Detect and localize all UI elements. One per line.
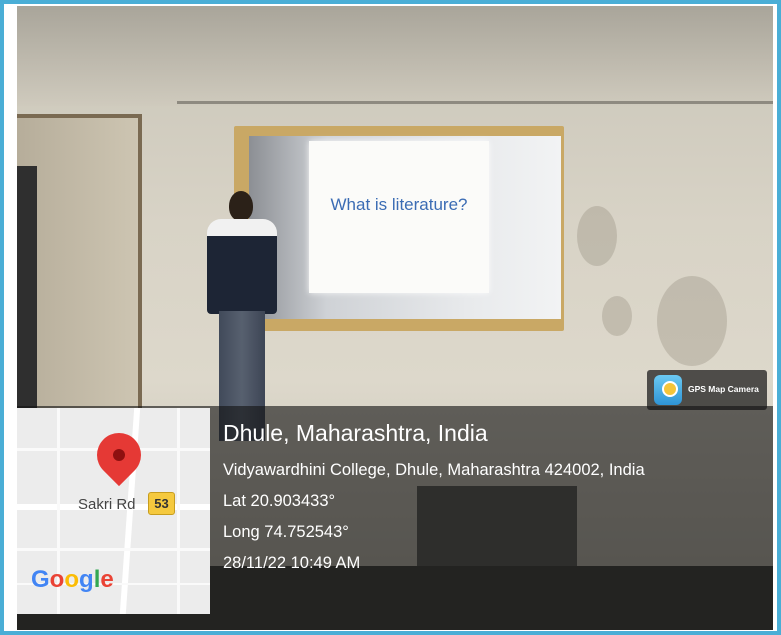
gps-app-name: GPS Map Camera (688, 384, 759, 394)
address: Vidyawardhini College, Dhule, Maharashtr… (223, 461, 645, 479)
presenter-torso (207, 219, 277, 314)
wall-stain (577, 206, 617, 266)
map-pin-center (113, 449, 125, 461)
wall-stain (602, 296, 632, 336)
map-road-label: Sakri Rd (78, 496, 136, 513)
gps-map-camera-badge: GPS Map Camera (647, 370, 767, 410)
latitude: Lat 20.903433° (223, 492, 336, 510)
slide-title: What is literature? (330, 195, 468, 214)
place-name: Dhule, Maharashtra, India (223, 420, 488, 446)
route-shield: 53 (148, 492, 175, 515)
location-info: Dhule, Maharashtra, India Vidyawardhini … (223, 420, 645, 585)
timestamp: 28/11/22 10:49 AM (223, 554, 361, 572)
map-road (17, 548, 210, 551)
google-logo: Google (31, 566, 114, 593)
presenter-head (229, 191, 253, 221)
projected-slide: What is literature? (309, 141, 489, 293)
gps-icon-pin (662, 381, 678, 397)
wall-pipe (177, 101, 773, 104)
wall-stain (657, 276, 727, 366)
dark-cabinet (17, 166, 37, 416)
gps-map-camera-icon (654, 375, 682, 405)
longitude: Long 74.752543° (223, 523, 349, 541)
mini-map: Sakri Rd 53 Google (17, 408, 210, 614)
ceiling (17, 6, 773, 106)
